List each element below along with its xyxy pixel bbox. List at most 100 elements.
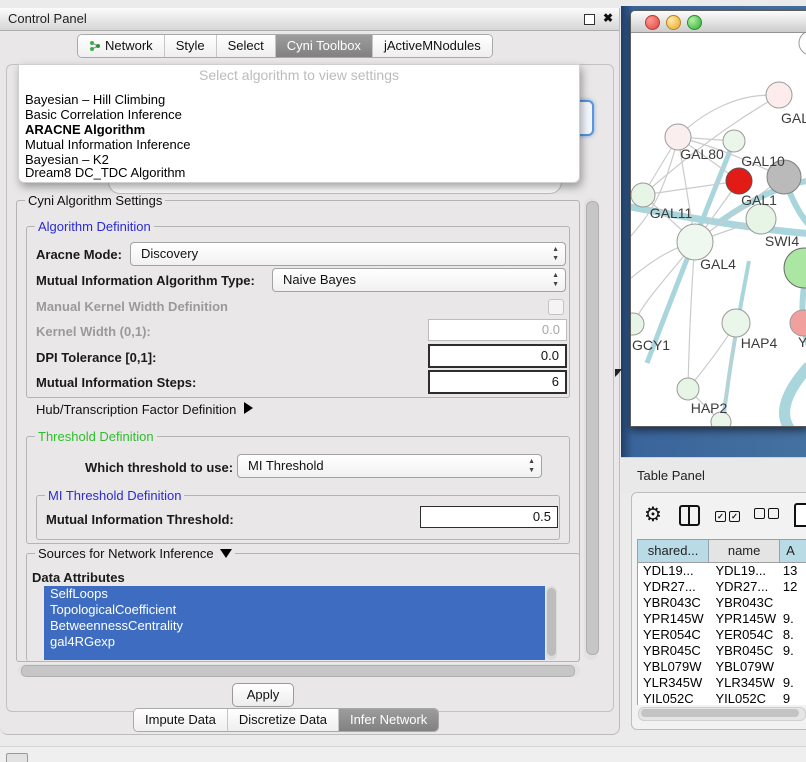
minimized-panel-icon[interactable] [6,753,28,762]
attribute-item[interactable]: BetweennessCentrality [44,618,545,634]
node-gal4[interactable] [677,224,713,260]
algorithm-option[interactable]: Mutual Information Inference [25,137,190,152]
network-canvas[interactable]: GAL80 GAL10 GAL11 GAL1 SWI4 GAL4 GCY1 HA… [631,33,806,426]
table-row[interactable]: YPR145WYPR145W9. [638,611,806,627]
tab-select[interactable]: Select [216,35,275,57]
cell[interactable]: 12 [783,579,806,595]
column-header-name[interactable]: name [709,540,780,562]
control-panel-titlebar[interactable]: Control Panel ✖ [0,8,619,31]
float-window-icon[interactable] [584,14,595,25]
cell[interactable]: 9 [783,691,806,705]
node-gal1[interactable] [746,204,776,234]
settings-horizontal-scrollbar[interactable] [18,664,580,677]
mi-threshold-field[interactable]: 0.5 [420,506,558,528]
column-header-shared-name[interactable]: shared... [638,540,709,562]
cell[interactable]: YIL052C [638,691,710,705]
cell[interactable] [783,595,806,611]
node-gal10[interactable] [723,130,745,152]
table-row[interactable]: YDR27...YDR27...12 [638,579,806,595]
cell[interactable]: 13 [783,563,806,579]
collapse-arrow-icon[interactable] [220,549,232,558]
cell[interactable]: YIL052C [710,691,782,705]
cell[interactable]: YBR043C [638,595,710,611]
node-hap4[interactable] [722,309,750,337]
tab-impute-data[interactable]: Impute Data [134,709,227,731]
mi-algorithm-type-combo[interactable]: Naive Bayes ▲▼ [272,268,566,292]
manual-kernel-width-checkbox[interactable] [548,299,564,315]
table-hscroll-thumb[interactable] [641,709,799,717]
node-gal11[interactable] [631,183,655,207]
cell[interactable]: YBR045C [710,643,782,659]
dpi-tolerance-field[interactable]: 0.0 [428,344,567,368]
algorithm-option-selected[interactable]: ARACNE Algorithm [25,122,145,137]
cell[interactable]: YDL19... [638,563,710,579]
attribute-item[interactable]: TopologicalCoefficient [44,602,545,618]
apply-button[interactable]: Apply [232,683,294,707]
window-zoom-button[interactable] [687,15,702,30]
mi-steps-field[interactable]: 6 [428,370,567,394]
node-gal7[interactable] [766,82,792,108]
attributes-scrollbar-thumb[interactable] [547,588,556,656]
attribute-item[interactable]: SelfLoops [44,586,545,602]
columns-icon[interactable] [679,505,700,526]
attribute-item[interactable]: gal4RGexp [44,634,545,650]
close-icon[interactable]: ✖ [603,11,613,25]
node-salmon[interactable] [790,310,806,336]
table-row[interactable]: YDL19...YDL19...13 [638,563,806,579]
gear-icon[interactable]: ⚙ [644,502,662,527]
cell[interactable]: YDR27... [710,579,782,595]
select-all-checks-icon[interactable]: ✓✓ [715,507,743,522]
node-hap2[interactable] [677,378,699,400]
document-icon[interactable] [794,503,806,527]
cell[interactable]: 8. [783,627,806,643]
clear-all-checks-icon[interactable] [754,507,782,522]
table-row[interactable]: YBL079WYBL079W [638,659,806,675]
cell[interactable]: YLR345W [710,675,782,691]
cell[interactable]: YER054C [638,627,710,643]
cell[interactable]: YPR145W [710,611,782,627]
hub-definition-toggle[interactable]: Hub/Transcription Factor Definition [36,402,253,417]
tab-infer-network[interactable]: Infer Network [338,709,438,731]
table-row[interactable]: YBR045CYBR045C9. [638,643,806,659]
cell[interactable]: YBR045C [638,643,710,659]
table-row[interactable]: YIL052CYIL052C9 [638,691,806,705]
tab-style[interactable]: Style [164,35,216,57]
settings-hscroll-thumb[interactable] [21,665,575,677]
tab-discretize-data[interactable]: Discretize Data [227,709,338,731]
node-green-large[interactable] [784,248,806,288]
table-horizontal-scrollbar[interactable] [638,707,806,721]
settings-vscroll-thumb[interactable] [586,201,599,655]
cell[interactable]: YDR27... [638,579,710,595]
which-threshold-combo[interactable]: MI Threshold ▲▼ [237,454,542,478]
window-close-button[interactable] [645,15,660,30]
network-window-titlebar[interactable] [631,11,806,33]
cell[interactable]: YER054C [710,627,782,643]
cell[interactable]: YBR043C [710,595,782,611]
aracne-mode-combo[interactable]: Discovery ▲▼ [130,242,566,266]
window-minimize-button[interactable] [666,15,681,30]
cell[interactable]: YPR145W [638,611,710,627]
cell[interactable]: 9. [783,675,806,691]
node-red-selected[interactable] [726,168,752,194]
table-row[interactable]: YER054CYER054C8. [638,627,806,643]
algorithm-option[interactable]: Bayesian – Hill Climbing [25,92,165,107]
cell[interactable]: YBL079W [710,659,782,675]
cell[interactable]: 9. [783,611,806,627]
algorithm-option[interactable]: Basic Correlation Inference [25,107,182,122]
column-header-partial[interactable]: A [780,540,806,562]
tab-network[interactable]: Network [78,35,164,57]
data-attributes-list[interactable]: SelfLoops TopologicalCoefficient Between… [44,586,545,660]
cell[interactable]: YBL079W [638,659,710,675]
algorithm-option[interactable]: Dream8 DC_TDC Algorithm [25,165,185,180]
table-row[interactable]: YLR345WYLR345W9. [638,675,806,691]
cell[interactable]: 9. [783,643,806,659]
cell[interactable]: YDL19... [710,563,782,579]
cell[interactable] [783,659,806,675]
attributes-scrollbar[interactable] [546,586,557,660]
node-partial[interactable] [799,33,806,55]
tab-cyni-toolbox[interactable]: Cyni Toolbox [275,35,372,57]
table-row[interactable]: YBR043CYBR043C [638,595,806,611]
table-body[interactable]: YDL19...YDL19...13 YDR27...YDR27...12 YB… [637,563,806,705]
settings-vertical-scrollbar[interactable] [584,198,598,660]
kernel-width-field[interactable]: 0.0 [428,319,567,341]
